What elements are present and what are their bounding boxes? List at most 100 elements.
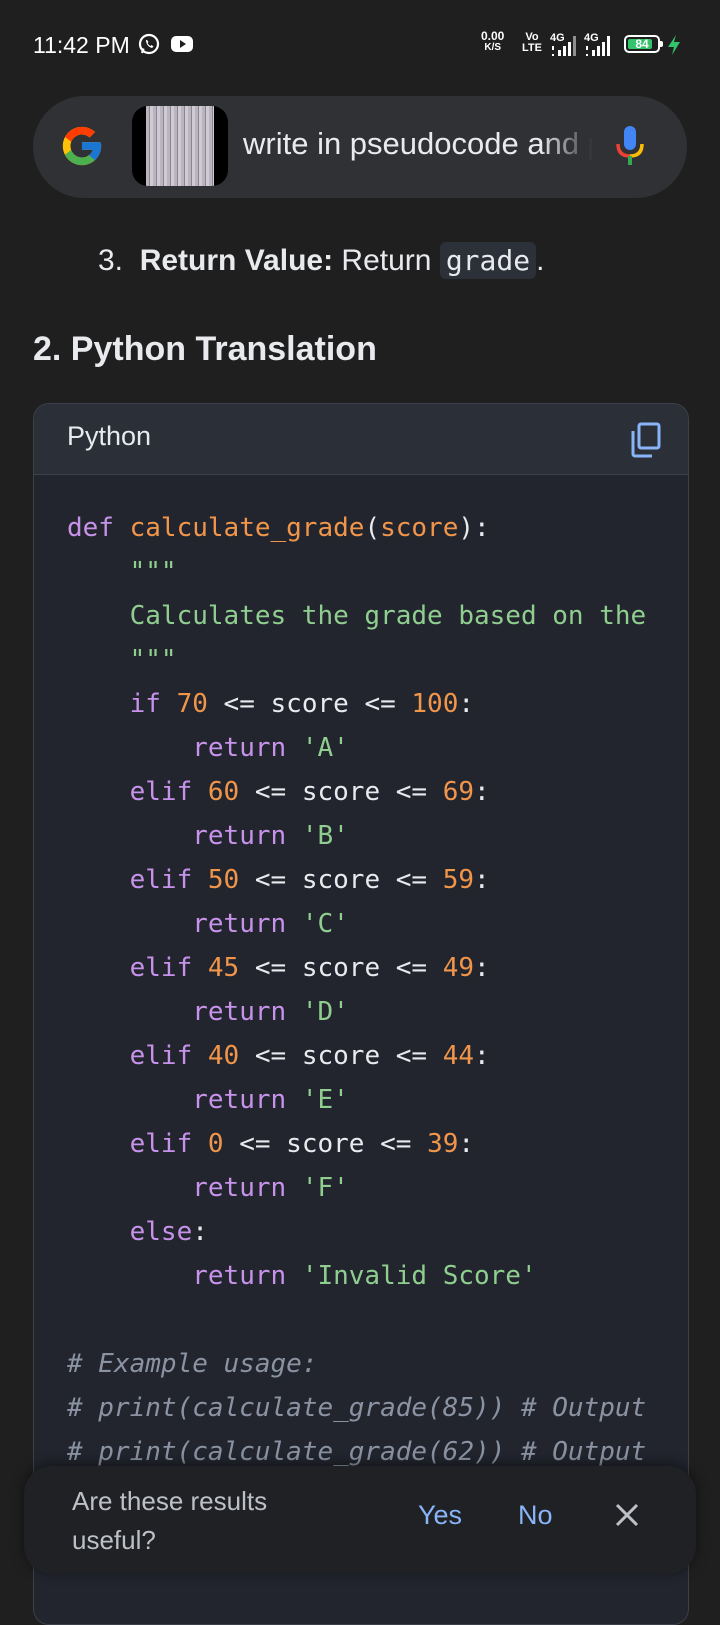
code-token: 59 bbox=[442, 865, 475, 895]
code-token: def bbox=[67, 513, 114, 543]
code-line: else: bbox=[67, 1210, 646, 1254]
code-token: elif bbox=[129, 1129, 193, 1159]
code-token: : bbox=[474, 953, 490, 983]
code-line: def calculate_grade(score): bbox=[67, 506, 646, 550]
code-token: : bbox=[474, 777, 490, 807]
list-label: Return Value: bbox=[139, 244, 334, 277]
code-line: Calculates the grade based on the bbox=[67, 594, 647, 638]
code-token: <= score <= bbox=[239, 1041, 443, 1071]
feedback-question: Are these results useful? bbox=[72, 1486, 268, 1555]
code-token: # print(calculate_grade(85)) # Output bbox=[67, 1393, 647, 1423]
battery-percent: 84 bbox=[635, 37, 649, 51]
code-token: 'Invalid Score' bbox=[301, 1261, 537, 1291]
code-line: elif 50 <= score <= 59: bbox=[67, 858, 646, 902]
code-token: <= score <= bbox=[207, 689, 412, 719]
code-token: """ bbox=[129, 645, 177, 675]
code-line: """ bbox=[67, 550, 646, 594]
code-token: 44 bbox=[442, 1041, 475, 1071]
volte-indicator: Vo LTE bbox=[522, 32, 542, 54]
mic-icon[interactable] bbox=[615, 124, 645, 173]
code-token: return bbox=[192, 1261, 287, 1291]
code-token: 70 bbox=[176, 689, 208, 719]
code-token: ( bbox=[364, 513, 381, 543]
list-number: 3. bbox=[98, 244, 124, 277]
code-token: : bbox=[474, 865, 490, 895]
close-icon[interactable] bbox=[614, 1502, 640, 1533]
code-token: 0 bbox=[207, 1129, 224, 1159]
inline-code: grade bbox=[439, 242, 537, 279]
code-token: <= score <= bbox=[239, 953, 443, 983]
query-image-thumbnail[interactable] bbox=[132, 106, 228, 186]
feedback-yes-button[interactable]: Yes bbox=[418, 1500, 462, 1531]
code-token: return bbox=[192, 821, 287, 851]
copy-icon[interactable] bbox=[630, 422, 662, 463]
net-speed: 0.00 K/S bbox=[481, 30, 504, 54]
status-bar: 11:42 PM 0.00 K/S Vo LTE 4G 4G 84 bbox=[0, 0, 720, 92]
code-token: 45 bbox=[207, 953, 240, 983]
google-logo-icon[interactable] bbox=[59, 123, 105, 174]
code-line: return 'E' bbox=[67, 1078, 646, 1122]
feedback-no-button[interactable]: No bbox=[518, 1500, 553, 1531]
code-token: 'C' bbox=[301, 909, 349, 939]
battery-nub bbox=[660, 41, 663, 47]
code-token: <= score <= bbox=[223, 1129, 428, 1159]
code-token: elif bbox=[129, 1041, 193, 1071]
code-token: return bbox=[192, 733, 287, 763]
code-token: elif bbox=[129, 865, 193, 895]
code-block: Python def calculate_grade(score): """ C… bbox=[33, 403, 689, 1625]
code-token: score bbox=[380, 513, 459, 543]
code-token: return bbox=[192, 909, 287, 939]
code-line: elif 45 <= score <= 49: bbox=[67, 946, 646, 990]
net-speed-value: 0.00 bbox=[481, 29, 505, 43]
code-token: elif bbox=[129, 777, 193, 807]
code-token: 49 bbox=[442, 953, 475, 983]
code-token: 40 bbox=[207, 1041, 240, 1071]
code-token: # print(calculate_grade(62)) # Output bbox=[67, 1437, 647, 1467]
code-token: <= score <= bbox=[239, 777, 443, 807]
search-query-text[interactable]: write in pseudocode and python bbox=[243, 126, 593, 162]
code-line: return 'Invalid Score' bbox=[67, 1254, 646, 1298]
feedback-prompt: Are these results useful? Yes No bbox=[24, 1466, 696, 1574]
code-token: 'F' bbox=[301, 1173, 349, 1203]
code-token: : bbox=[474, 1041, 490, 1071]
code-token: 100 bbox=[411, 689, 459, 719]
code-line: return 'B' bbox=[67, 814, 646, 858]
code-line: return 'A' bbox=[67, 726, 646, 770]
code-token: 50 bbox=[207, 865, 240, 895]
code-token: return bbox=[192, 1085, 287, 1115]
code-token: 'B' bbox=[301, 821, 349, 851]
code-line: elif 0 <= score <= 39: bbox=[67, 1122, 646, 1166]
code-language-label: Python bbox=[67, 421, 152, 451]
code-line: return 'C' bbox=[67, 902, 646, 946]
search-bar[interactable]: write in pseudocode and python bbox=[33, 96, 687, 198]
charging-icon bbox=[666, 34, 682, 61]
code-line: return 'F' bbox=[67, 1166, 646, 1210]
code-line: return 'D' bbox=[67, 990, 646, 1034]
code-token: # Example usage: bbox=[67, 1349, 318, 1379]
code-line: """ bbox=[67, 638, 646, 682]
code-token: : bbox=[458, 1129, 475, 1159]
code-token: <= score <= bbox=[239, 865, 443, 895]
